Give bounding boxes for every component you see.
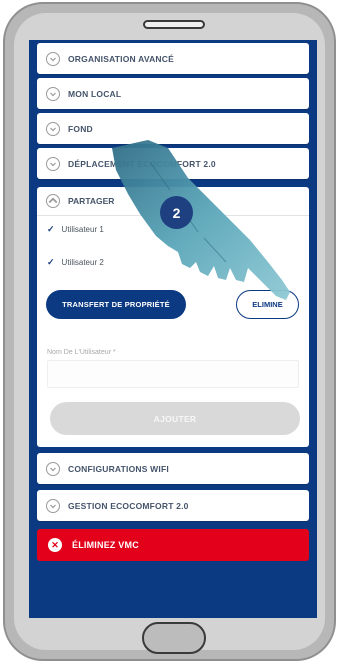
accordion-label: DÉPLACEMENT ECOCOMFORT 2.0	[68, 158, 216, 169]
accordion-organisation-avance[interactable]: ORGANISATION AVANCÉ	[37, 43, 309, 74]
chevron-down-icon	[46, 156, 60, 171]
transfer-ownership-button[interactable]: TRANSFERT DE PROPRIÉTÉ	[46, 290, 186, 319]
eliminate-button[interactable]: ELIMINE	[236, 290, 299, 319]
accordion-mon-local[interactable]: MON LOCAL	[37, 78, 309, 109]
chevron-down-icon: ✓	[47, 257, 55, 267]
accordion-deplacement[interactable]: DÉPLACEMENT ECOCOMFORT 2.0	[37, 148, 309, 179]
accordion-label: PARTAGER	[68, 196, 115, 206]
chevron-down-icon	[46, 51, 60, 66]
step-number-badge: 2	[160, 196, 193, 229]
user-name-input[interactable]	[47, 360, 299, 388]
chevron-down-icon: ✓	[47, 224, 55, 234]
chevron-down-icon	[46, 121, 60, 136]
accordion-label: FOND	[68, 123, 93, 134]
remove-vmc-label: ÉLIMINEZ VMC	[72, 540, 139, 550]
phone-speaker	[143, 20, 205, 29]
accordion-label: CONFIGURATIONS WIFI	[68, 463, 169, 474]
phone-home-button[interactable]	[142, 622, 206, 654]
user-name-label: Nom De L'Utilisateur *	[47, 349, 116, 356]
chevron-down-icon	[46, 461, 60, 476]
accordion-label: ORGANISATION AVANCÉ	[68, 53, 174, 64]
app-screen: ORGANISATION AVANCÉ MON LOCAL FOND DÉPLA…	[29, 40, 317, 618]
chevron-down-icon	[46, 498, 60, 513]
user-item-2[interactable]: ✓ Utilisateur 2	[47, 257, 104, 268]
accordion-label: MON LOCAL	[68, 88, 122, 99]
user-label: Utilisateur 2	[61, 258, 104, 267]
chevron-down-icon	[46, 86, 60, 101]
accordion-fond[interactable]: FOND	[37, 113, 309, 144]
remove-vmc-button[interactable]: ✕ ÉLIMINEZ VMC	[37, 529, 309, 561]
add-user-button[interactable]: AJOUTER	[50, 402, 300, 435]
user-item-1[interactable]: ✓ Utilisateur 1	[47, 224, 104, 235]
x-icon: ✕	[48, 538, 62, 552]
accordion-label: GESTION ECOCOMFORT 2.0	[68, 500, 189, 511]
accordion-configurations-wifi[interactable]: CONFIGURATIONS WIFI	[37, 453, 309, 484]
chevron-up-icon	[46, 194, 60, 208]
user-label: Utilisateur 1	[61, 225, 104, 234]
accordion-gestion-ecocomfort[interactable]: GESTION ECOCOMFORT 2.0	[37, 490, 309, 521]
